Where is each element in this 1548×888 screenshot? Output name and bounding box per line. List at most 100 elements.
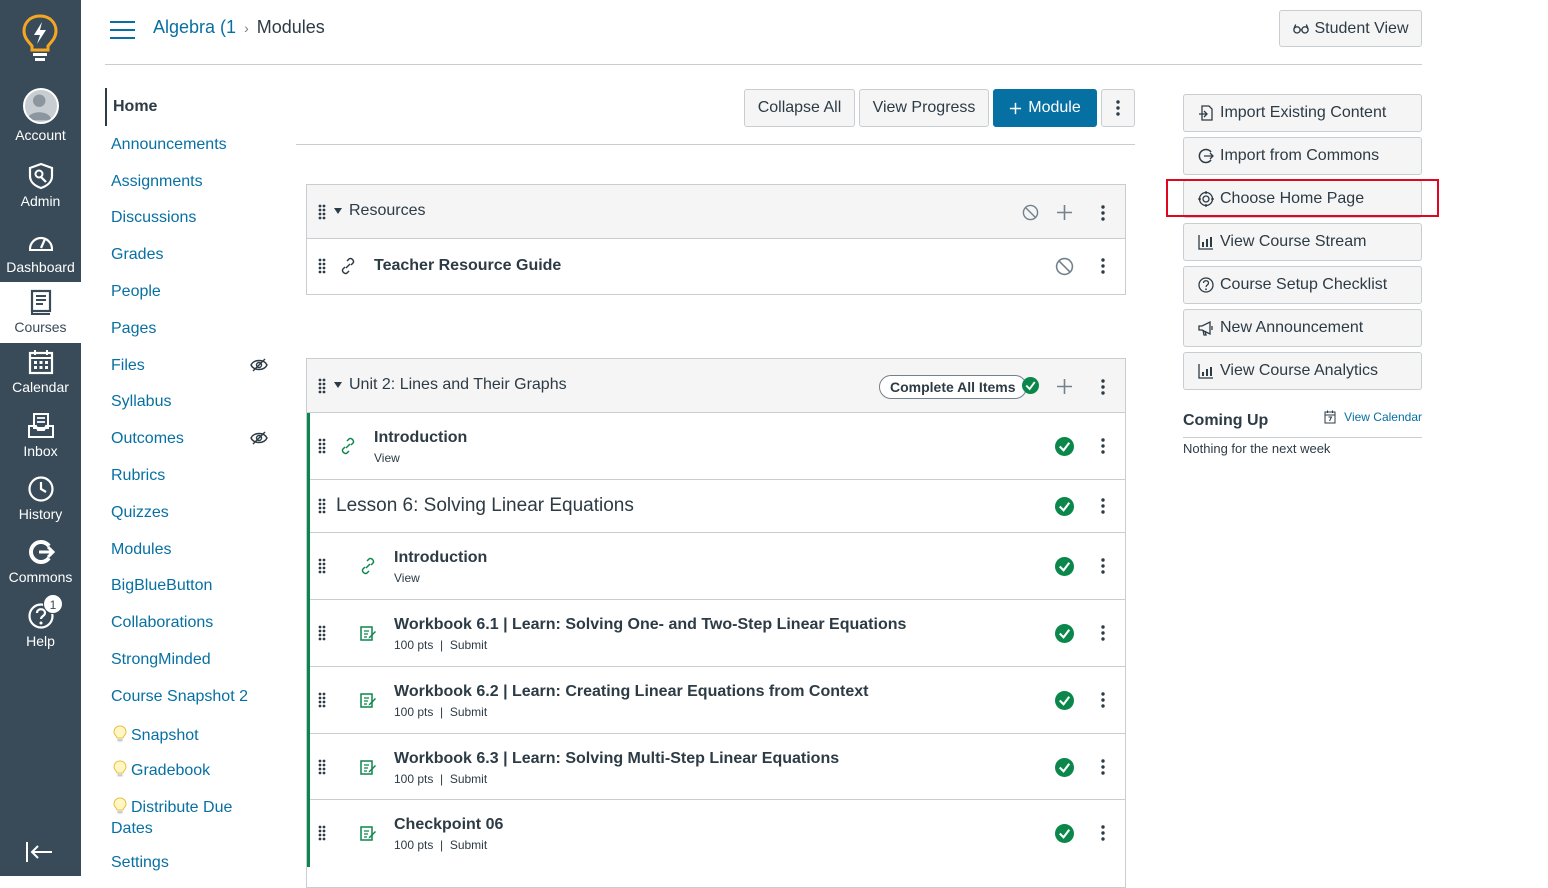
student-view-button[interactable]: Student View [1279, 10, 1422, 47]
import-from-commons-button[interactable]: Import from Commons [1183, 137, 1422, 175]
global-nav-history[interactable]: History [0, 475, 81, 537]
global-nav-calendar[interactable]: Calendar [0, 348, 81, 410]
published-check-icon[interactable] [1022, 377, 1039, 394]
view-course-stream-button[interactable]: View Course Stream [1183, 223, 1422, 261]
module-item[interactable]: Introduction View [310, 533, 1125, 600]
course-setup-checklist-button[interactable]: Course Setup Checklist [1183, 266, 1422, 304]
published-check-icon[interactable] [1055, 758, 1074, 777]
module-item[interactable]: Checkpoint 06 100 pts | Submit [310, 800, 1125, 867]
view-calendar-link[interactable]: View Calendar [1324, 410, 1422, 424]
drag-handle-icon[interactable] [317, 558, 327, 574]
breadcrumb-course-link[interactable]: Algebra (1 [153, 17, 236, 38]
module-kebab-icon[interactable] [1101, 379, 1105, 395]
choose-home-page-button[interactable]: Choose Home Page [1183, 180, 1422, 218]
published-check-icon[interactable] [1055, 557, 1074, 576]
course-nav-modules[interactable]: Modules [111, 541, 171, 559]
module-item[interactable]: Introduction View [310, 413, 1125, 480]
course-nav-assignments[interactable]: Assignments [111, 173, 203, 191]
course-nav-strongminded[interactable]: StrongMinded [111, 651, 211, 669]
published-check-icon[interactable] [1055, 824, 1074, 843]
global-nav-admin[interactable]: Admin [0, 162, 81, 224]
more-options-button[interactable] [1101, 89, 1135, 127]
module-item-requirement: View [374, 451, 400, 465]
item-kebab-icon[interactable] [1101, 692, 1105, 708]
module-item-title[interactable]: Introduction [374, 429, 467, 447]
drag-handle-icon[interactable] [317, 498, 327, 514]
item-kebab-icon[interactable] [1101, 825, 1105, 841]
course-nav-discussions[interactable]: Discussions [111, 209, 196, 227]
add-item-plus-icon[interactable] [1057, 379, 1072, 394]
course-nav-settings[interactable]: Settings [111, 854, 169, 872]
unpublished-icon[interactable] [1022, 204, 1039, 221]
course-nav-files[interactable]: Files [111, 357, 145, 375]
caret-down-icon[interactable] [334, 382, 342, 388]
module-header[interactable]: Resources [307, 185, 1125, 239]
module-item[interactable]: Workbook 6.1 | Learn: Solving One- and T… [310, 600, 1125, 667]
course-nav-course-snapshot-2[interactable]: Course Snapshot 2 [111, 688, 248, 706]
drag-handle-icon[interactable] [317, 692, 327, 708]
course-nav-bigbluebutton[interactable]: BigBlueButton [111, 577, 212, 595]
module-item-title[interactable]: Workbook 6.1 | Learn: Solving One- and T… [394, 616, 906, 634]
course-nav-home[interactable]: Home [105, 88, 157, 126]
add-module-button[interactable]: Module [993, 89, 1097, 127]
course-nav-rubrics[interactable]: Rubrics [111, 467, 165, 485]
item-kebab-icon[interactable] [1101, 625, 1105, 641]
import-existing-content-button[interactable]: Import Existing Content [1183, 94, 1422, 132]
drag-handle-icon[interactable] [317, 825, 327, 841]
unpublished-icon[interactable] [1055, 257, 1074, 276]
module-item-title[interactable]: Workbook 6.2 | Learn: Creating Linear Eq… [394, 683, 868, 701]
item-kebab-icon[interactable] [1101, 558, 1105, 574]
module-item[interactable]: Teacher Resource Guide [307, 239, 1125, 294]
collapse-nav-icon[interactable] [24, 840, 54, 864]
module-item[interactable]: Workbook 6.3 | Learn: Solving Multi-Step… [310, 734, 1125, 800]
course-nav-quizzes[interactable]: Quizzes [111, 504, 169, 522]
course-nav-announcements[interactable]: Announcements [111, 136, 227, 154]
hamburger-menu-icon[interactable] [110, 20, 136, 40]
item-kebab-icon[interactable] [1101, 498, 1105, 514]
course-nav-distribute-due-dates[interactable]: Distribute Due Dates [111, 797, 232, 839]
module-subheader[interactable]: Lesson 6: Solving Linear Equations [310, 480, 1125, 533]
caret-down-icon[interactable] [334, 208, 342, 214]
course-nav-grades[interactable]: Grades [111, 246, 163, 264]
drag-handle-icon[interactable] [317, 378, 327, 394]
canvas-logo-icon[interactable] [21, 14, 59, 64]
item-kebab-icon[interactable] [1101, 438, 1105, 454]
drag-handle-icon[interactable] [317, 625, 327, 641]
new-announcement-button[interactable]: New Announcement [1183, 309, 1422, 347]
global-nav-dashboard[interactable]: Dashboard [0, 228, 81, 290]
module-item-title[interactable]: Workbook 6.3 | Learn: Solving Multi-Step… [394, 750, 839, 768]
published-check-icon[interactable] [1055, 437, 1074, 456]
item-kebab-icon[interactable] [1101, 258, 1105, 274]
drag-handle-icon[interactable] [317, 759, 327, 775]
drag-handle-icon[interactable] [317, 438, 327, 454]
module-header[interactable]: Unit 2: Lines and Their Graphs Complete … [307, 359, 1125, 413]
view-progress-button[interactable]: View Progress [859, 89, 989, 127]
course-nav-syllabus[interactable]: Syllabus [111, 393, 171, 411]
view-course-analytics-button[interactable]: View Course Analytics [1183, 352, 1422, 390]
global-nav-courses[interactable]: Courses [0, 282, 81, 343]
global-nav-help[interactable]: 1 Help [0, 594, 81, 664]
published-check-icon[interactable] [1055, 497, 1074, 516]
collapse-all-button[interactable]: Collapse All [744, 89, 855, 127]
module-unit-2: Unit 2: Lines and Their Graphs Complete … [306, 358, 1126, 888]
course-nav-snapshot[interactable]: Snapshot [113, 725, 199, 745]
module-kebab-icon[interactable] [1101, 205, 1105, 221]
course-nav-gradebook[interactable]: Gradebook [113, 760, 210, 780]
module-item-title[interactable]: Checkpoint 06 [394, 816, 503, 834]
add-item-plus-icon[interactable] [1057, 205, 1072, 220]
course-nav-outcomes[interactable]: Outcomes [111, 430, 184, 448]
module-item[interactable]: Workbook 6.2 | Learn: Creating Linear Eq… [310, 667, 1125, 734]
item-kebab-icon[interactable] [1101, 759, 1105, 775]
global-nav-commons[interactable]: Commons [0, 538, 81, 600]
drag-handle-icon[interactable] [317, 204, 327, 220]
published-check-icon[interactable] [1055, 624, 1074, 643]
global-nav-account[interactable]: Account [0, 88, 81, 150]
module-item-title[interactable]: Introduction [394, 549, 487, 567]
global-nav-inbox[interactable]: Inbox [0, 412, 81, 474]
published-check-icon[interactable] [1055, 691, 1074, 710]
course-nav-collaborations[interactable]: Collaborations [111, 614, 213, 632]
module-item-title[interactable]: Teacher Resource Guide [374, 257, 561, 275]
drag-handle-icon[interactable] [317, 258, 327, 274]
course-nav-pages[interactable]: Pages [111, 320, 156, 338]
course-nav-people[interactable]: People [111, 283, 161, 301]
